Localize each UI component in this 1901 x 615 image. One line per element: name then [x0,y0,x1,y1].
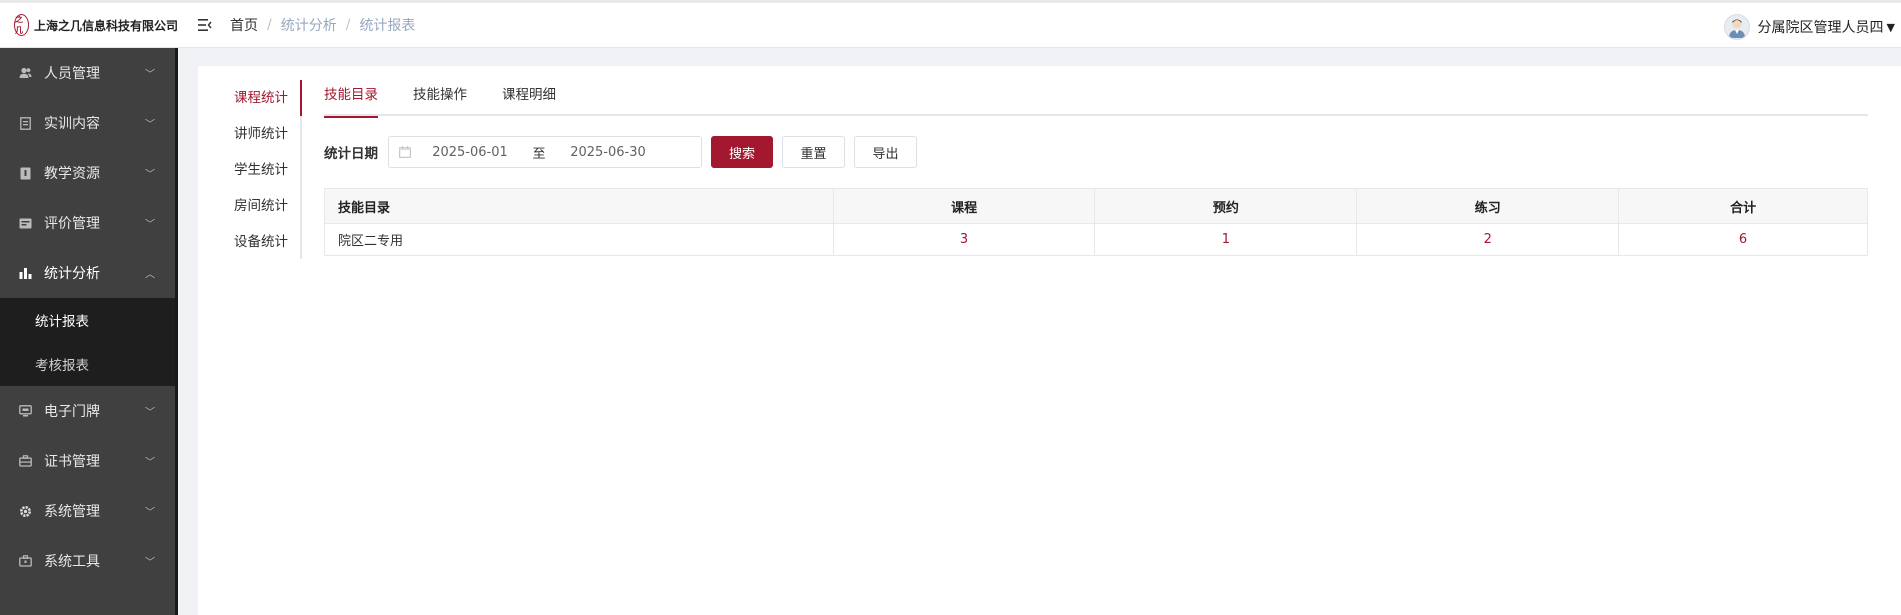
date-range-picker[interactable]: 2025-06-01 至 2025-06-30 [388,136,702,168]
sidebar-item-tools[interactable]: 系统工具 ﹀ [0,536,175,586]
table-header-row: 技能目录 课程 预约 练习 合计 [324,188,1868,224]
chevron-down-icon: ﹀ [145,457,155,469]
leftnav-device-stats[interactable]: 设备统计 [198,224,300,260]
logo[interactable]: 之几 上海之几信息科技有限公司 [0,14,178,36]
chevron-down-icon: ﹀ [145,557,155,569]
chevron-down-icon: ﹀ [145,119,155,131]
sidebar-item-statistics[interactable]: 统计分析 ︿ [0,248,175,298]
report-tabs: 技能目录 技能操作 课程明细 [324,80,1868,118]
breadcrumb-statistics: 统计分析 [280,18,337,34]
chevron-down-icon: ﹀ [145,169,155,181]
sidebar-item-users[interactable]: 人员管理 ﹀ [0,48,175,98]
chevron-down-icon: ﹀ [145,219,155,231]
sidebar: 人员管理 ﹀ 实训内容 ﹀ 教学资源 ﹀ 评价管理 ﹀ 统计分析 ︿ 统计报表 … [0,48,178,615]
reset-button[interactable]: 重置 [782,136,845,168]
user-menu[interactable]: 分属院区管理人员四 ▼ [1723,3,1895,51]
chevron-up-icon: ︿ [145,269,155,281]
chevron-down-icon: ﹀ [145,69,155,81]
table-cell: 3 [832,223,1096,256]
table-cell: 1 [1094,223,1358,256]
table-row: 院区二专用 3 1 2 6 [324,223,1868,256]
sidebar-item-label: 电子门牌 [44,404,100,420]
submenu-item-assessment-report[interactable]: 考核报表 [0,342,175,386]
gear-icon [18,504,32,518]
document-icon [18,116,32,130]
sidebar-toggle-icon[interactable] [194,14,216,36]
column-header: 练习 [1356,188,1620,224]
company-name: 上海之几信息科技有限公司 [33,18,178,33]
sidebar-item-label: 评价管理 [44,216,100,232]
table-cell: 2 [1356,223,1620,256]
breadcrumb-separator: / [345,17,351,33]
briefcase-icon [18,454,32,468]
export-button[interactable]: 导出 [854,136,917,168]
sidebar-item-label: 证书管理 [44,454,100,470]
sidebar-item-training[interactable]: 实训内容 ﹀ [0,98,175,148]
calendar-icon [399,146,411,158]
leftnav-student-stats[interactable]: 学生统计 [198,152,300,188]
top-header: 之几 上海之几信息科技有限公司 首页 / 统计分析 / 统计报表 分属院区管理人… [0,0,1901,48]
breadcrumb-home[interactable]: 首页 [230,15,258,35]
card-icon [18,216,32,230]
leftnav-lecturer-stats[interactable]: 讲师统计 [198,116,300,152]
chevron-down-icon: ﹀ [145,507,155,519]
tab-skill-operation[interactable]: 技能操作 [413,80,467,116]
monitor-icon [18,404,32,418]
sidebar-item-label: 人员管理 [44,66,100,82]
book-icon [18,166,32,180]
stat-type-nav: 课程统计 讲师统计 学生统计 房间统计 设备统计 [198,80,302,259]
column-header: 预约 [1094,188,1358,224]
sidebar-item-label: 系统管理 [44,504,100,520]
table-cell: 院区二专用 [324,223,834,256]
leftnav-course-stats[interactable]: 课程统计 [198,80,302,116]
main-panel: 课程统计 讲师统计 学生统计 房间统计 设备统计 技能目录 技能操作 课程明细 … [198,66,1901,615]
leftnav-room-stats[interactable]: 房间统计 [198,188,300,224]
start-date-input[interactable]: 2025-06-01 [411,145,529,160]
user-name: 分属院区管理人员四 [1757,20,1884,36]
avatar [1723,14,1750,40]
logo-mark: 之几 [14,14,29,36]
end-date-input[interactable]: 2025-06-30 [549,145,667,160]
date-separator: 至 [532,146,546,162]
date-filter-label: 统计日期 [324,146,378,162]
statistics-submenu: 统计报表 考核报表 [0,298,175,386]
tab-course-detail[interactable]: 课程明细 [502,80,556,116]
submenu-item-report[interactable]: 统计报表 [0,298,175,342]
sidebar-item-label: 统计分析 [44,266,100,282]
column-header: 课程 [832,188,1096,224]
breadcrumb-separator: / [267,17,272,33]
sidebar-item-label: 教学资源 [44,166,100,182]
sidebar-item-evaluation[interactable]: 评价管理 ﹀ [0,198,175,248]
sidebar-item-label: 系统工具 [44,554,100,570]
bar-chart-icon [18,266,32,280]
sidebar-item-label: 实训内容 [44,116,100,132]
column-header: 合计 [1618,188,1868,224]
sidebar-item-certificates[interactable]: 证书管理 ﹀ [0,436,175,486]
sidebar-item-resources[interactable]: 教学资源 ﹀ [0,148,175,198]
caret-down-icon[interactable]: ▼ [1887,21,1895,34]
toolbox-icon [18,554,32,568]
tab-skill-catalog[interactable]: 技能目录 [324,80,378,118]
column-header: 技能目录 [324,188,834,224]
table-cell: 6 [1618,223,1868,256]
breadcrumb: 首页 / 统计分析 / 统计报表 [230,15,415,35]
filter-bar: 统计日期 2025-06-01 至 2025-06-30 搜索 重置 导出 [324,136,917,168]
chevron-down-icon: ﹀ [145,407,155,419]
breadcrumb-report: 统计报表 [359,18,416,34]
sidebar-item-system[interactable]: 系统管理 ﹀ [0,486,175,536]
stats-table: 技能目录 课程 预约 练习 合计 院区二专用 3 1 2 6 [324,188,1868,256]
sidebar-item-door-sign[interactable]: 电子门牌 ﹀ [0,386,175,436]
search-button[interactable]: 搜索 [711,136,773,168]
users-icon [18,66,32,80]
